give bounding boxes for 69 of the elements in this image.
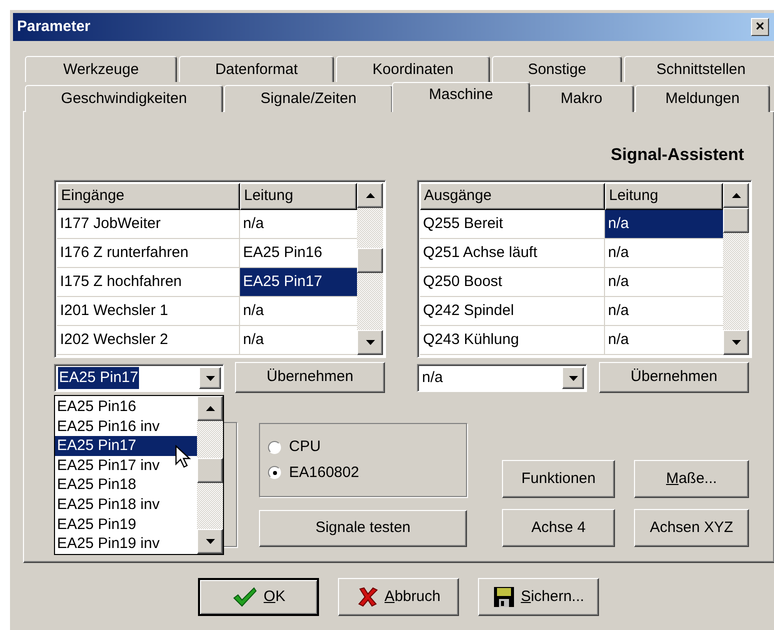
triangle-down-icon (206, 376, 214, 380)
list-option[interactable]: EA25 Pin16 inv (55, 416, 197, 436)
triangle-down-icon (366, 340, 374, 345)
dropdown-button[interactable] (562, 367, 584, 389)
triangle-up-icon (732, 193, 740, 198)
radio-label: CPU (289, 437, 321, 457)
list-option[interactable]: EA25 Pin19 (55, 514, 197, 534)
combo-box[interactable]: n/a (417, 364, 587, 392)
close-button[interactable]: × (751, 18, 769, 36)
action-button[interactable]: Achsen XYZ (634, 509, 749, 547)
tab[interactable]: Maschine (392, 82, 530, 112)
triangle-down-icon (568, 376, 578, 380)
scroll-up-button[interactable] (723, 183, 749, 208)
dialog-button[interactable]: OK (198, 578, 319, 616)
radio-label: EA160802 (289, 462, 360, 482)
check-icon (232, 586, 258, 608)
combo-box[interactable]: EA25 Pin17 (54, 364, 224, 392)
column-header[interactable]: Leitung (605, 183, 723, 210)
tab[interactable]: Werkzeuge (25, 56, 177, 82)
list-option[interactable]: EA25 Pin16 (55, 397, 197, 417)
scroll-up-button[interactable] (357, 183, 383, 208)
list-option[interactable]: EA25 Pin19 inv (55, 534, 197, 554)
scroll-down-button[interactable] (723, 330, 749, 355)
column-header[interactable]: Leitung (240, 183, 357, 210)
list-option[interactable]: EA25 Pin18 (55, 475, 197, 495)
tab[interactable]: Signale/Zeiten (224, 85, 393, 112)
column-header[interactable]: Eingänge (57, 183, 240, 210)
list-option[interactable]: EA25 Pin17 inv (55, 456, 197, 476)
triangle-up-icon (206, 406, 214, 411)
combo-value: EA25 Pin17 (58, 366, 140, 390)
scrollbar[interactable] (197, 396, 223, 554)
scrollbar[interactable] (723, 183, 749, 355)
tab[interactable]: Meldungen (635, 85, 770, 112)
tab[interactable]: Schnittstellen (624, 56, 774, 82)
test-signals-button[interactable]: Signale testen (259, 510, 467, 547)
combo-value: n/a (421, 368, 444, 388)
action-button[interactable]: Funktionen (502, 460, 615, 498)
dialog-button[interactable]: Sichern... (478, 578, 599, 616)
list-option[interactable]: EA25 Pin18 inv (55, 494, 197, 515)
tab[interactable]: Datenformat (179, 56, 334, 82)
apply-button[interactable]: Übernehmen (235, 362, 385, 393)
dialog-button[interactable]: Abbruch (338, 578, 459, 616)
action-button[interactable]: Maße... (634, 460, 749, 498)
scroll-down-button[interactable] (357, 330, 383, 355)
dropdown-button[interactable] (199, 367, 221, 389)
radio-button[interactable]: CPU (268, 436, 466, 458)
list-option[interactable]: EA25 Pin17 (55, 436, 197, 456)
scroll-down-button[interactable] (197, 529, 223, 554)
table-cell[interactable]: EA25 Pin17 (240, 268, 357, 297)
apply-button[interactable]: Übernehmen (599, 362, 749, 393)
triangle-down-icon (206, 539, 214, 544)
table-cell[interactable]: n/a (605, 210, 723, 239)
scroll-thumb[interactable] (197, 458, 223, 483)
column-header[interactable]: Ausgänge (420, 183, 605, 210)
tab[interactable]: Sonstige (492, 56, 622, 82)
scroll-up-button[interactable] (197, 396, 223, 421)
triangle-up-icon (366, 193, 374, 198)
tab[interactable]: Koordinaten (336, 56, 490, 82)
x-icon (356, 586, 379, 608)
action-button[interactable]: Achse 4 (502, 509, 615, 547)
scroll-thumb[interactable] (723, 208, 749, 233)
section-title: Signal-Assistent (610, 144, 744, 166)
radio-button[interactable]: EA160802 (268, 462, 466, 484)
triangle-down-icon (732, 340, 740, 345)
window-title: Parameter (17, 16, 90, 37)
scrollbar[interactable] (357, 183, 383, 355)
tab[interactable]: Makro (529, 85, 634, 112)
scroll-thumb[interactable] (357, 248, 383, 273)
tab[interactable]: Geschwindigkeiten (25, 85, 223, 112)
